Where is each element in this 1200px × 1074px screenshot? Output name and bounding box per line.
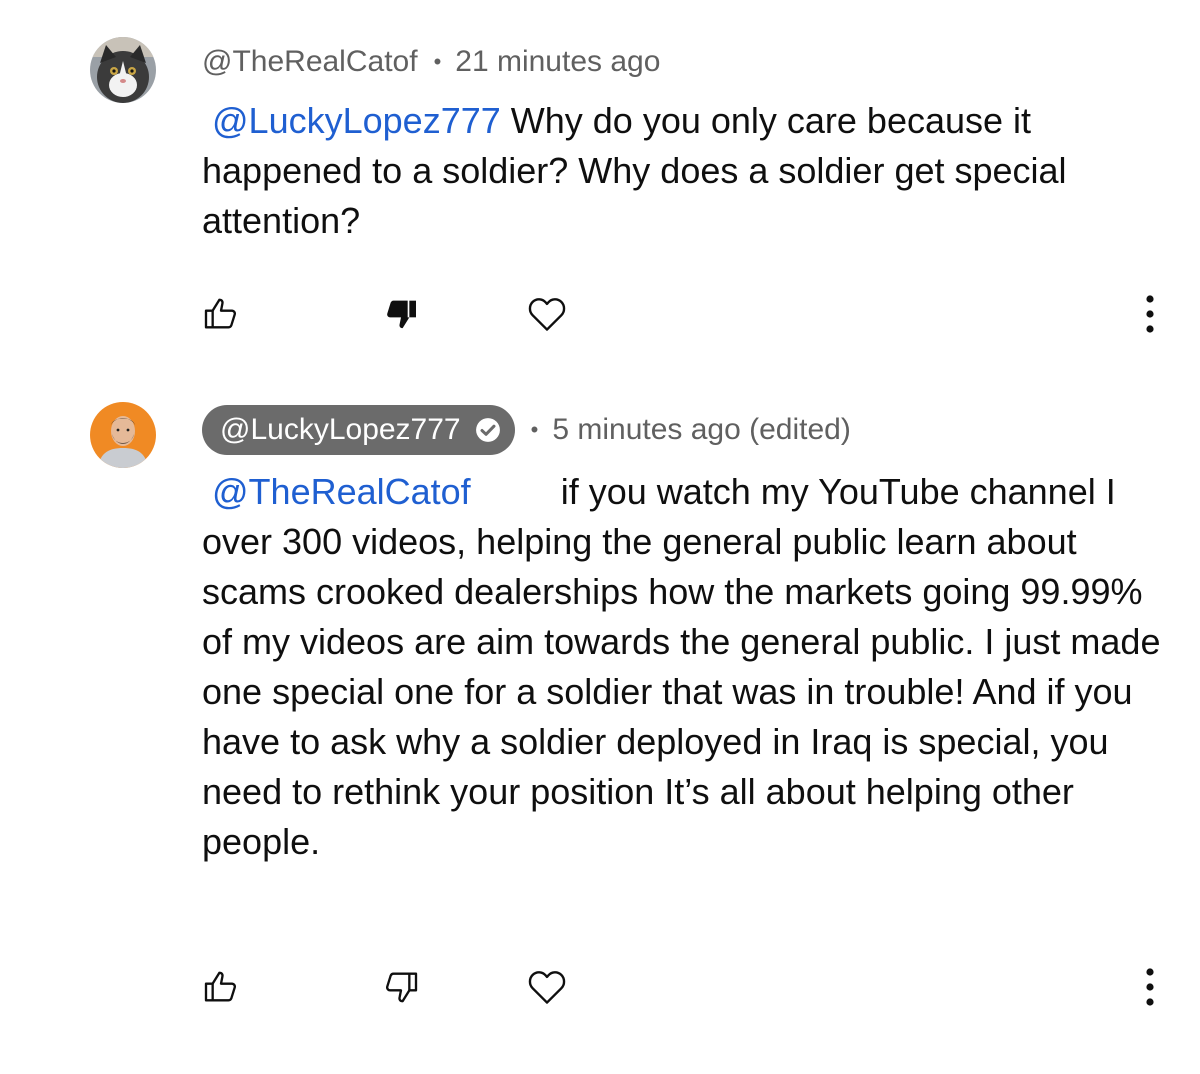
comment-timestamp: 5 minutes ago (edited) <box>552 413 851 446</box>
thumbs-up-icon <box>204 298 236 329</box>
more-options-button[interactable] <box>1128 962 1172 1012</box>
meta-separator: • <box>433 49 442 74</box>
mention-link[interactable]: @TheRealCatof <box>212 471 471 512</box>
comment-actions <box>0 962 1200 1012</box>
dislike-button[interactable] <box>376 289 426 339</box>
thumbs-down-icon <box>387 300 416 329</box>
man-avatar[interactable] <box>90 402 156 468</box>
comment-text: @LuckyLopez777 Why do you only care beca… <box>202 96 1172 246</box>
heart-icon <box>528 298 566 331</box>
more-vert-icon <box>1146 295 1154 333</box>
mention-link[interactable]: @LuckyLopez777 <box>212 100 501 141</box>
comment-meta: @LuckyLopez777 • 5 minutes ago (edited) <box>202 404 851 456</box>
like-button[interactable] <box>196 962 246 1012</box>
cat-avatar[interactable] <box>90 37 156 103</box>
meta-separator: • <box>530 417 539 442</box>
comment-actions <box>0 289 1200 339</box>
comment: @TheRealCatof • 21 minutes ago @LuckyLop… <box>0 0 1200 370</box>
like-button[interactable] <box>196 289 246 339</box>
heart-icon <box>528 971 566 1004</box>
comment-author[interactable]: @TheRealCatof <box>202 45 418 79</box>
thumbs-down-icon <box>386 972 418 1003</box>
comment: @LuckyLopez777 • 5 minutes ago (edited) … <box>0 370 1200 1074</box>
heart-button[interactable] <box>522 962 572 1012</box>
verified-check-icon <box>475 418 500 442</box>
more-vert-icon <box>1146 968 1154 1006</box>
comment-meta: @TheRealCatof • 21 minutes ago <box>202 44 660 80</box>
comment-text: @TheRealCatof if you watch my YouTube ch… <box>202 467 1172 867</box>
heart-button[interactable] <box>522 289 572 339</box>
comment-author: @LuckyLopez777 <box>220 413 461 446</box>
comment-timestamp: 21 minutes ago <box>455 45 661 78</box>
thumbs-up-icon <box>204 971 236 1002</box>
dislike-button[interactable] <box>376 962 426 1012</box>
comment-body: if you watch my YouTube channel I over 3… <box>202 471 1161 862</box>
creator-badge[interactable]: @LuckyLopez777 <box>202 405 515 455</box>
more-options-button[interactable] <box>1128 289 1172 339</box>
